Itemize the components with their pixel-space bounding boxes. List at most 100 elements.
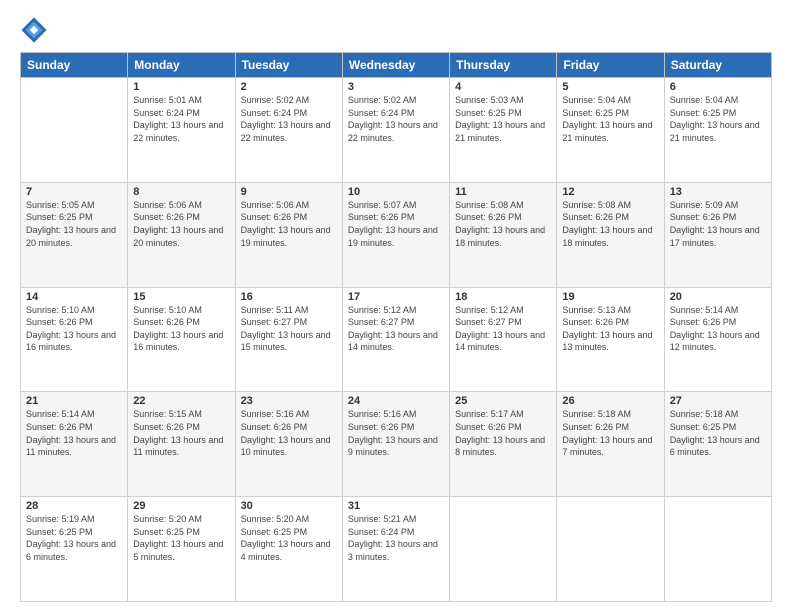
calendar-table: SundayMondayTuesdayWednesdayThursdayFrid… [20,52,772,602]
calendar-cell: 23Sunrise: 5:16 AMSunset: 6:26 PMDayligh… [235,392,342,497]
header [20,16,772,44]
day-info: Sunrise: 5:14 AMSunset: 6:26 PMDaylight:… [26,408,122,458]
calendar-cell: 16Sunrise: 5:11 AMSunset: 6:27 PMDayligh… [235,287,342,392]
calendar-weekday-tuesday: Tuesday [235,53,342,78]
calendar-cell: 29Sunrise: 5:20 AMSunset: 6:25 PMDayligh… [128,497,235,602]
day-number: 3 [348,81,444,93]
calendar-cell: 13Sunrise: 5:09 AMSunset: 6:26 PMDayligh… [664,182,771,287]
day-number: 29 [133,500,229,512]
calendar-weekday-sunday: Sunday [21,53,128,78]
day-number: 31 [348,500,444,512]
day-number: 18 [455,291,551,303]
day-number: 17 [348,291,444,303]
day-number: 20 [670,291,766,303]
calendar-cell: 3Sunrise: 5:02 AMSunset: 6:24 PMDaylight… [342,78,449,183]
day-number: 24 [348,395,444,407]
day-number: 11 [455,186,551,198]
calendar-weekday-thursday: Thursday [450,53,557,78]
day-info: Sunrise: 5:09 AMSunset: 6:26 PMDaylight:… [670,199,766,249]
day-info: Sunrise: 5:21 AMSunset: 6:24 PMDaylight:… [348,513,444,563]
day-info: Sunrise: 5:02 AMSunset: 6:24 PMDaylight:… [348,94,444,144]
calendar-cell [557,497,664,602]
day-info: Sunrise: 5:03 AMSunset: 6:25 PMDaylight:… [455,94,551,144]
day-info: Sunrise: 5:02 AMSunset: 6:24 PMDaylight:… [241,94,337,144]
calendar-week-row: 7Sunrise: 5:05 AMSunset: 6:25 PMDaylight… [21,182,772,287]
calendar-cell: 1Sunrise: 5:01 AMSunset: 6:24 PMDaylight… [128,78,235,183]
calendar-weekday-friday: Friday [557,53,664,78]
calendar-cell: 25Sunrise: 5:17 AMSunset: 6:26 PMDayligh… [450,392,557,497]
calendar-weekday-monday: Monday [128,53,235,78]
day-info: Sunrise: 5:19 AMSunset: 6:25 PMDaylight:… [26,513,122,563]
day-info: Sunrise: 5:10 AMSunset: 6:26 PMDaylight:… [26,304,122,354]
calendar-cell: 28Sunrise: 5:19 AMSunset: 6:25 PMDayligh… [21,497,128,602]
calendar-cell: 8Sunrise: 5:06 AMSunset: 6:26 PMDaylight… [128,182,235,287]
logo-icon [20,16,48,44]
calendar-cell [450,497,557,602]
calendar-cell [21,78,128,183]
day-info: Sunrise: 5:04 AMSunset: 6:25 PMDaylight:… [670,94,766,144]
day-info: Sunrise: 5:14 AMSunset: 6:26 PMDaylight:… [670,304,766,354]
day-number: 9 [241,186,337,198]
calendar-cell: 21Sunrise: 5:14 AMSunset: 6:26 PMDayligh… [21,392,128,497]
calendar-cell: 7Sunrise: 5:05 AMSunset: 6:25 PMDaylight… [21,182,128,287]
calendar-cell: 12Sunrise: 5:08 AMSunset: 6:26 PMDayligh… [557,182,664,287]
calendar-weekday-wednesday: Wednesday [342,53,449,78]
calendar-cell: 26Sunrise: 5:18 AMSunset: 6:26 PMDayligh… [557,392,664,497]
day-info: Sunrise: 5:18 AMSunset: 6:25 PMDaylight:… [670,408,766,458]
calendar-header-row: SundayMondayTuesdayWednesdayThursdayFrid… [21,53,772,78]
calendar-week-row: 1Sunrise: 5:01 AMSunset: 6:24 PMDaylight… [21,78,772,183]
day-number: 12 [562,186,658,198]
day-info: Sunrise: 5:07 AMSunset: 6:26 PMDaylight:… [348,199,444,249]
day-number: 27 [670,395,766,407]
day-number: 23 [241,395,337,407]
calendar-cell: 5Sunrise: 5:04 AMSunset: 6:25 PMDaylight… [557,78,664,183]
logo [20,16,50,44]
calendar-cell [664,497,771,602]
day-number: 4 [455,81,551,93]
day-info: Sunrise: 5:10 AMSunset: 6:26 PMDaylight:… [133,304,229,354]
day-info: Sunrise: 5:16 AMSunset: 6:26 PMDaylight:… [241,408,337,458]
day-number: 13 [670,186,766,198]
calendar-cell: 22Sunrise: 5:15 AMSunset: 6:26 PMDayligh… [128,392,235,497]
calendar-week-row: 14Sunrise: 5:10 AMSunset: 6:26 PMDayligh… [21,287,772,392]
day-number: 10 [348,186,444,198]
day-info: Sunrise: 5:20 AMSunset: 6:25 PMDaylight:… [241,513,337,563]
calendar-week-row: 21Sunrise: 5:14 AMSunset: 6:26 PMDayligh… [21,392,772,497]
day-info: Sunrise: 5:08 AMSunset: 6:26 PMDaylight:… [455,199,551,249]
day-number: 14 [26,291,122,303]
day-number: 21 [26,395,122,407]
day-info: Sunrise: 5:01 AMSunset: 6:24 PMDaylight:… [133,94,229,144]
calendar-cell: 27Sunrise: 5:18 AMSunset: 6:25 PMDayligh… [664,392,771,497]
day-info: Sunrise: 5:18 AMSunset: 6:26 PMDaylight:… [562,408,658,458]
calendar-cell: 15Sunrise: 5:10 AMSunset: 6:26 PMDayligh… [128,287,235,392]
day-number: 30 [241,500,337,512]
calendar-cell: 2Sunrise: 5:02 AMSunset: 6:24 PMDaylight… [235,78,342,183]
day-info: Sunrise: 5:06 AMSunset: 6:26 PMDaylight:… [241,199,337,249]
day-number: 25 [455,395,551,407]
day-info: Sunrise: 5:12 AMSunset: 6:27 PMDaylight:… [455,304,551,354]
calendar-cell: 11Sunrise: 5:08 AMSunset: 6:26 PMDayligh… [450,182,557,287]
day-number: 8 [133,186,229,198]
day-number: 28 [26,500,122,512]
day-info: Sunrise: 5:12 AMSunset: 6:27 PMDaylight:… [348,304,444,354]
page: SundayMondayTuesdayWednesdayThursdayFrid… [0,0,792,612]
day-number: 22 [133,395,229,407]
day-info: Sunrise: 5:16 AMSunset: 6:26 PMDaylight:… [348,408,444,458]
day-number: 19 [562,291,658,303]
day-number: 26 [562,395,658,407]
calendar-cell: 18Sunrise: 5:12 AMSunset: 6:27 PMDayligh… [450,287,557,392]
calendar-cell: 4Sunrise: 5:03 AMSunset: 6:25 PMDaylight… [450,78,557,183]
calendar-week-row: 28Sunrise: 5:19 AMSunset: 6:25 PMDayligh… [21,497,772,602]
day-info: Sunrise: 5:04 AMSunset: 6:25 PMDaylight:… [562,94,658,144]
calendar-cell: 9Sunrise: 5:06 AMSunset: 6:26 PMDaylight… [235,182,342,287]
calendar-cell: 20Sunrise: 5:14 AMSunset: 6:26 PMDayligh… [664,287,771,392]
calendar-weekday-saturday: Saturday [664,53,771,78]
day-info: Sunrise: 5:11 AMSunset: 6:27 PMDaylight:… [241,304,337,354]
day-info: Sunrise: 5:15 AMSunset: 6:26 PMDaylight:… [133,408,229,458]
day-info: Sunrise: 5:05 AMSunset: 6:25 PMDaylight:… [26,199,122,249]
day-info: Sunrise: 5:13 AMSunset: 6:26 PMDaylight:… [562,304,658,354]
day-info: Sunrise: 5:20 AMSunset: 6:25 PMDaylight:… [133,513,229,563]
day-number: 6 [670,81,766,93]
calendar-cell: 10Sunrise: 5:07 AMSunset: 6:26 PMDayligh… [342,182,449,287]
day-info: Sunrise: 5:17 AMSunset: 6:26 PMDaylight:… [455,408,551,458]
